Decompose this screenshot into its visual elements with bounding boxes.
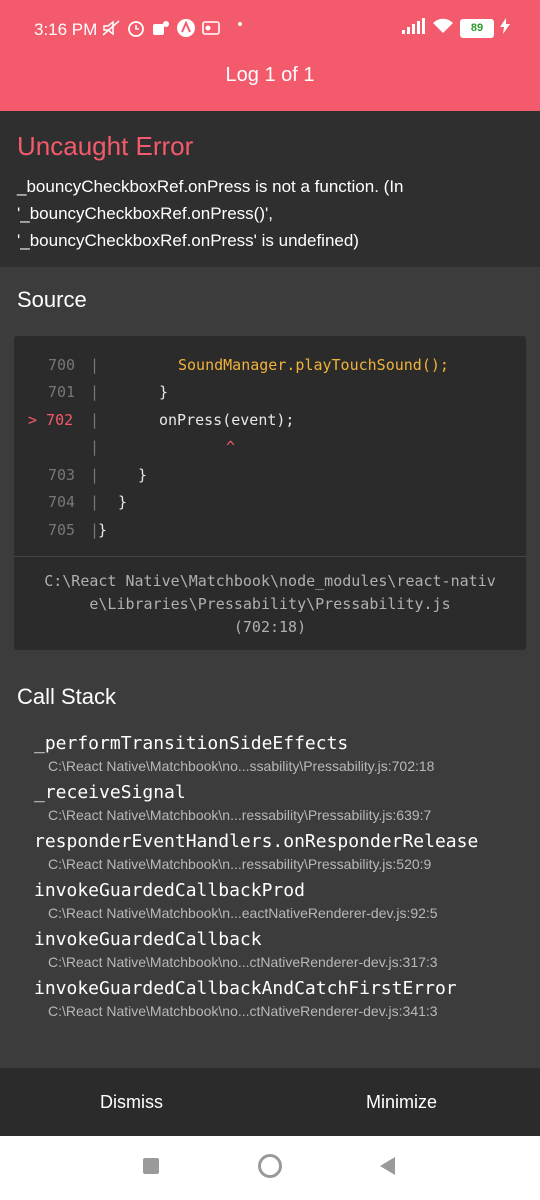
frame-name: _receiveSignal	[34, 782, 186, 803]
battery-icon: 89	[460, 19, 494, 38]
stack-frame[interactable]: invokeGuardedCallbackAndCatchFirstError …	[34, 975, 514, 1020]
source-position: (702:18)	[233, 618, 307, 636]
back-icon[interactable]	[380, 1157, 395, 1175]
dismiss-button[interactable]: Dismiss	[100, 1092, 163, 1113]
code-divider	[14, 556, 526, 557]
stack-frame[interactable]: _performTransitionSideEffects C:\React N…	[34, 730, 514, 775]
outlook-icon	[201, 18, 221, 38]
recents-icon[interactable]	[143, 1158, 159, 1174]
error-message: _bouncyCheckboxRef.onPress is not a func…	[17, 177, 404, 250]
frame-name: _performTransitionSideEffects	[34, 733, 349, 754]
status-bar: 3:16 PM 89	[0, 0, 540, 60]
source-file-path[interactable]: C:\React Native\Matchbook\node_modules\r…	[14, 570, 526, 639]
stack-frame[interactable]: invokeGuardedCallbackProd C:\React Nativ…	[34, 877, 514, 922]
frame-location: C:\React Native\Matchbook\n...ressabilit…	[48, 856, 432, 872]
stack-frame[interactable]: invokeGuardedCallback C:\React Native\Ma…	[34, 926, 514, 971]
top-bar: 3:16 PM 89 Log 1 of 1	[0, 0, 540, 111]
frame-location: C:\React Native\Matchbook\n...eactNative…	[48, 905, 438, 921]
status-time: 3:16 PM	[34, 20, 98, 39]
status-icons-left	[101, 18, 221, 38]
notification-dot	[238, 22, 242, 26]
frame-name: responderEventHandlers.onResponderReleas…	[34, 831, 479, 852]
signal-icon	[402, 18, 426, 39]
frame-location: C:\React Native\Matchbook\no...ssability…	[48, 758, 435, 774]
app-icon	[176, 18, 196, 38]
frame-location: C:\React Native\Matchbook\no...ctNativeR…	[48, 1003, 438, 1019]
frame-location: C:\React Native\Matchbook\no...ctNativeR…	[48, 954, 438, 970]
android-nav-bar	[0, 1136, 540, 1200]
callstack-heading: Call Stack	[17, 684, 117, 709]
status-icons-right: 89	[402, 18, 510, 39]
source-file: C:\React Native\Matchbook\node_modules\r…	[44, 572, 496, 613]
log-title: Log 1 of 1	[225, 64, 315, 86]
frame-name: invokeGuardedCallback	[34, 929, 262, 950]
source-heading: Source	[17, 287, 87, 312]
minimize-button[interactable]: Minimize	[366, 1092, 437, 1113]
error-panel: Uncaught Error _bouncyCheckboxRef.onPres…	[0, 111, 540, 267]
mute-icon	[101, 18, 121, 38]
wifi-icon	[432, 18, 454, 39]
home-icon[interactable]	[258, 1154, 282, 1178]
frame-name: invokeGuardedCallbackAndCatchFirstError	[34, 978, 457, 999]
stack-frame[interactable]: _receiveSignal C:\React Native\Matchbook…	[34, 779, 514, 824]
source-code-box[interactable]: 700 | SoundManager.playTouchSound(); 701 |}…	[14, 336, 526, 650]
footer-bar: Dismiss Minimize	[0, 1068, 540, 1136]
call-stack-list: _performTransitionSideEffects C:\React N…	[34, 730, 514, 1024]
alarm-icon	[126, 18, 146, 38]
frame-location: C:\React Native\Matchbook\n...ressabilit…	[48, 807, 432, 823]
error-title: Uncaught Error	[17, 131, 194, 161]
stack-frame[interactable]: responderEventHandlers.onResponderReleas…	[34, 828, 514, 873]
frame-name: invokeGuardedCallbackProd	[34, 880, 305, 901]
teams-icon	[151, 18, 171, 38]
charging-icon	[500, 18, 510, 39]
